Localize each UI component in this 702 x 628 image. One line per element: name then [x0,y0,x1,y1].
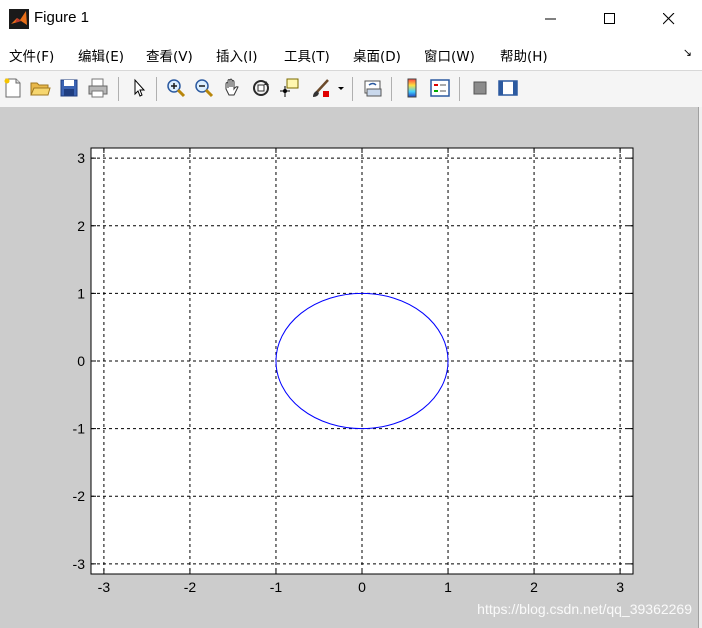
menu-help[interactable]: 帮助(H) [500,45,548,65]
legend-icon[interactable] [429,77,451,99]
y-tick-label: -1 [73,421,86,437]
toolbar-separator [156,77,157,101]
menu-window[interactable]: 窗口(W) [424,45,475,65]
watermark-text: https://blog.csdn.net/qq_39362269 [477,601,692,617]
maximize-icon [604,13,615,24]
brush-dropdown-icon[interactable] [336,77,346,99]
toolbar-separator [118,77,119,101]
x-tick-label: -2 [184,579,197,595]
y-tick-label: 2 [77,218,85,234]
minimize-icon [545,18,556,20]
print-icon[interactable] [87,77,109,99]
data-cursor-icon[interactable] [278,77,300,99]
x-tick-label: 3 [616,579,624,595]
menu-desktop[interactable]: 桌面(D) [353,45,401,65]
zoom-out-icon[interactable] [193,77,215,99]
y-tick-label: -3 [73,556,86,572]
toolbar-separator [352,77,353,101]
menu-bar: 文件(F) 编辑(E) 查看(V) 插入(I) 工具(T) 桌面(D) 窗口(W… [0,38,702,71]
minimize-button[interactable] [528,0,574,38]
window-title: Figure 1 [34,9,90,26]
hide-plot-tools-icon[interactable] [469,77,491,99]
save-icon[interactable] [58,77,80,99]
link-plot-icon[interactable] [362,77,384,99]
menu-view[interactable]: 查看(V) [146,45,193,65]
colorbar-icon[interactable] [401,77,423,99]
menu-dock-arrow-icon[interactable]: ↘ [683,46,692,59]
x-tick-label: 1 [444,579,452,595]
rotate-3d-icon[interactable] [250,77,272,99]
menu-tools[interactable]: 工具(T) [284,45,330,65]
show-plot-tools-icon[interactable] [497,77,519,99]
figure-toolbar [0,70,702,108]
toolbar-separator [459,77,460,101]
x-tick-label: 0 [358,579,366,595]
x-tick-label: -1 [270,579,283,595]
y-tick-label: 0 [77,353,85,369]
brush-icon[interactable] [310,77,332,99]
menu-edit[interactable]: 编辑(E) [78,45,124,65]
menu-file[interactable]: 文件(F) [9,45,54,65]
y-tick-label: 1 [77,285,85,301]
close-button[interactable] [646,0,692,38]
toolbar-separator [391,77,392,101]
plot-axes[interactable]: -3 -2 -1 0 1 2 3 -3 -2 -1 0 1 2 3 [0,107,698,628]
maximize-button[interactable] [587,0,633,38]
pan-hand-icon[interactable] [221,77,243,99]
menu-insert[interactable]: 插入(I) [216,45,258,65]
open-folder-icon[interactable] [29,77,51,99]
title-bar: Figure 1 [0,0,702,38]
y-tick-label: -2 [73,488,86,504]
matlab-logo-icon [9,9,29,29]
figure-canvas: -3 -2 -1 0 1 2 3 -3 -2 -1 0 1 2 3 [0,107,698,628]
zoom-in-icon[interactable] [165,77,187,99]
close-icon [663,13,675,25]
x-tick-label: 2 [530,579,538,595]
new-file-icon[interactable] [2,77,24,99]
x-tick-label: -3 [98,579,111,595]
window-right-edge [698,107,702,628]
pointer-icon[interactable] [128,77,150,99]
y-tick-label: 3 [77,150,85,166]
